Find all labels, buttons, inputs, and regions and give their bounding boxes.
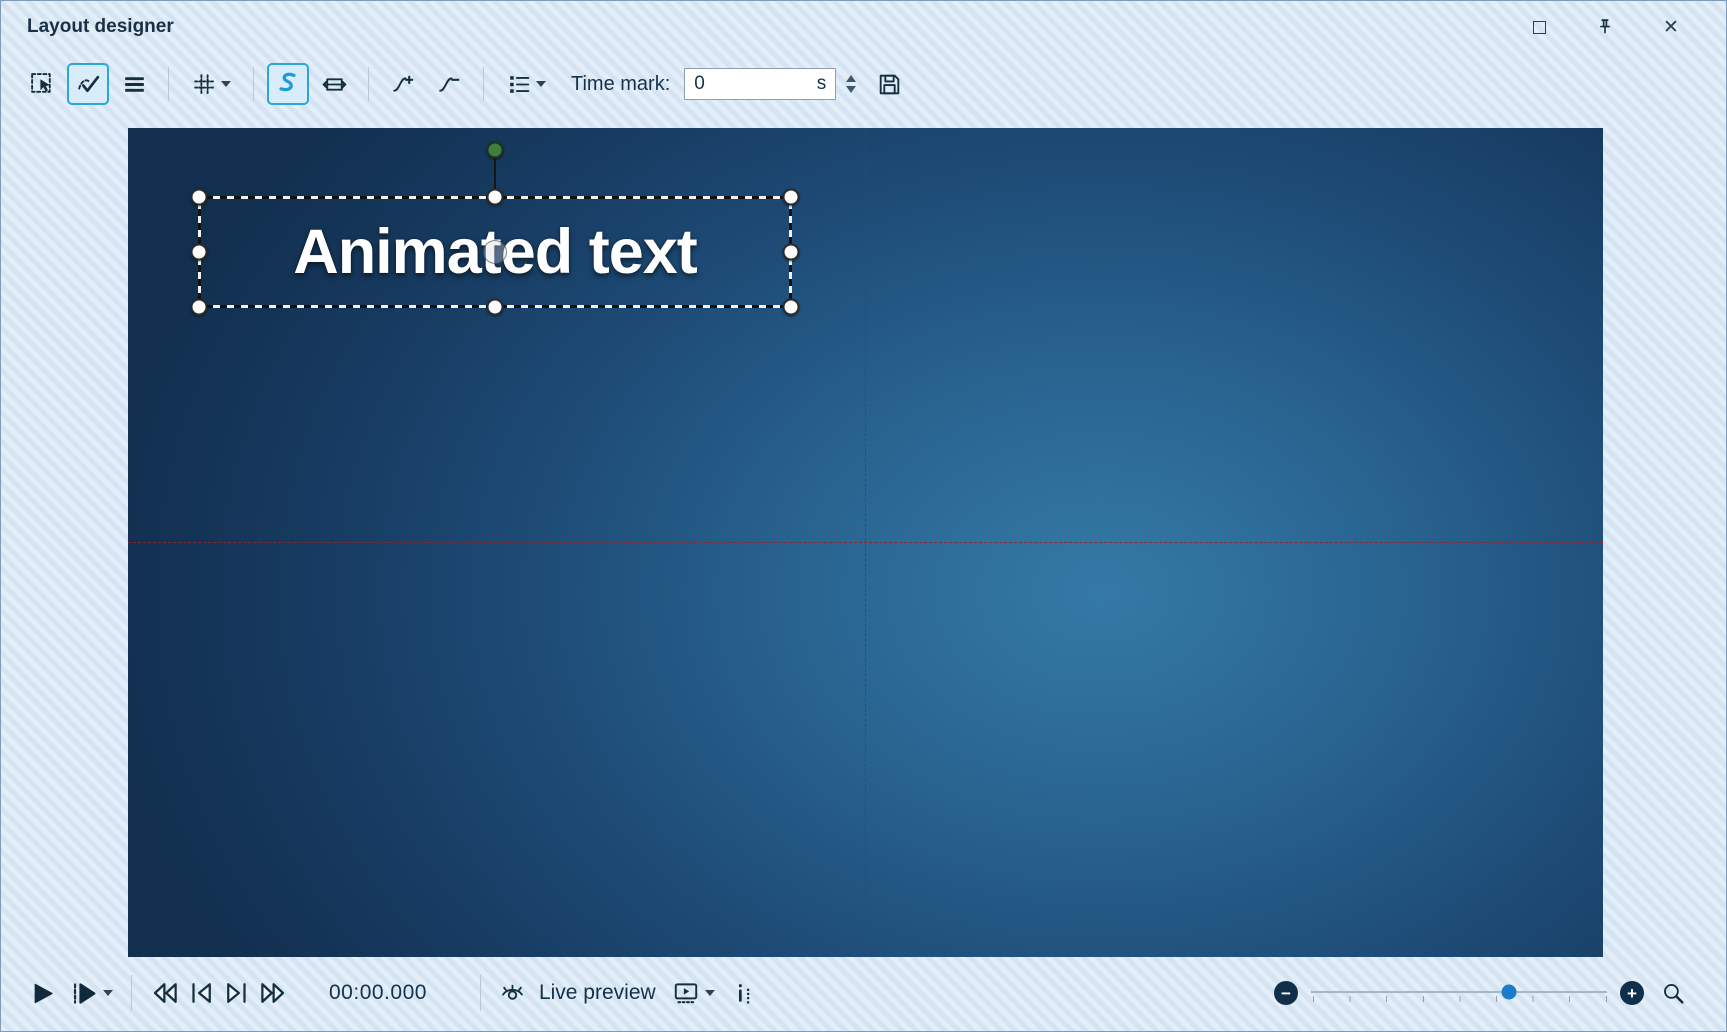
maximize-icon <box>1533 21 1546 34</box>
handle-middle-right[interactable] <box>783 244 800 261</box>
panel-toggle-icon <box>731 980 758 1007</box>
save-icon <box>876 71 903 98</box>
time-mark-spinner <box>846 75 856 93</box>
time-mark-unit: s <box>817 73 827 95</box>
layers-button[interactable] <box>113 63 155 105</box>
play-from-mark-button[interactable] <box>66 976 116 1011</box>
select-tool-icon <box>29 71 56 98</box>
zoom-slider-thumb[interactable] <box>1502 985 1517 1000</box>
curve-icon <box>274 70 302 98</box>
live-preview-label: Live preview <box>539 981 656 1005</box>
handle-top-right[interactable] <box>783 189 800 206</box>
preview-window-icon <box>672 979 700 1007</box>
selection-box: Animated text <box>199 197 791 307</box>
toolbar: Time mark: s <box>1 53 1726 115</box>
add-keyframe-button[interactable] <box>382 63 424 105</box>
animation-path-icon <box>75 71 102 98</box>
maximize-button[interactable] <box>1526 14 1552 40</box>
zoom-in-button[interactable]: + <box>1620 981 1644 1005</box>
transport-bar: 00:00.000 Live preview <box>1 955 1726 1031</box>
center-anchor-handle[interactable] <box>483 240 507 264</box>
zoom-controls: − + <box>1274 977 1690 1010</box>
handle-top-middle[interactable] <box>487 189 504 206</box>
rewind-button[interactable] <box>147 975 183 1011</box>
step-back-icon <box>186 978 216 1008</box>
select-tool-button[interactable] <box>21 63 63 105</box>
time-display: 00:00.000 <box>329 981 427 1005</box>
window-controls: ✕ <box>1526 14 1726 40</box>
time-mark-field: s <box>684 68 836 100</box>
transform-frame-icon <box>321 71 348 98</box>
toolbar-separator <box>253 67 254 101</box>
pin-button[interactable] <box>1592 14 1618 40</box>
close-button[interactable]: ✕ <box>1658 14 1684 40</box>
rotation-handle[interactable] <box>487 142 504 159</box>
live-preview-toggle[interactable]: Live preview <box>496 977 669 1010</box>
close-icon: ✕ <box>1663 18 1679 37</box>
play-icon <box>28 979 57 1008</box>
handle-middle-left[interactable] <box>191 244 208 261</box>
save-layout-button[interactable] <box>868 63 910 105</box>
layers-icon <box>121 71 148 98</box>
eye-icon <box>499 980 526 1007</box>
design-canvas[interactable]: Animated text <box>128 128 1603 957</box>
chevron-down-icon <box>536 81 546 87</box>
play-button[interactable] <box>25 976 60 1011</box>
transport-separator <box>480 975 481 1011</box>
handle-bottom-middle[interactable] <box>487 299 504 316</box>
layout-designer-window: Layout designer ✕ <box>0 0 1727 1032</box>
transport-separator <box>131 975 132 1011</box>
center-guide-horizontal <box>128 542 1603 543</box>
step-back-button[interactable] <box>183 975 219 1011</box>
toolbar-separator <box>483 67 484 101</box>
chevron-down-icon <box>705 990 715 996</box>
spinner-down-icon[interactable] <box>846 86 856 93</box>
step-forward-button[interactable] <box>219 975 255 1011</box>
chevron-down-icon <box>221 81 231 87</box>
toolbar-separator <box>168 67 169 101</box>
handle-bottom-left[interactable] <box>191 299 208 316</box>
panel-toggle-button[interactable] <box>728 977 761 1010</box>
zoom-out-icon: − <box>1281 985 1291 1002</box>
remove-keyframe-icon <box>436 71 463 98</box>
bullet-list-icon <box>506 71 533 98</box>
time-mark-input[interactable] <box>694 73 817 95</box>
center-guide-vertical <box>865 128 866 957</box>
fast-forward-button[interactable] <box>255 975 291 1011</box>
zoom-fit-button[interactable] <box>1657 977 1690 1010</box>
curve-mode-toggle[interactable] <box>267 63 309 105</box>
spinner-up-icon[interactable] <box>846 75 856 82</box>
remove-keyframe-button[interactable] <box>428 63 470 105</box>
time-mark-label: Time mark: <box>571 73 670 96</box>
zoom-in-icon: + <box>1627 985 1637 1002</box>
magnifier-icon <box>1660 980 1687 1007</box>
handle-top-left[interactable] <box>191 189 208 206</box>
grid-options-button[interactable] <box>182 63 240 105</box>
zoom-slider-track[interactable] <box>1311 991 1607 993</box>
fast-forward-icon <box>258 978 288 1008</box>
zoom-slider[interactable] <box>1311 980 1607 1006</box>
list-options-button[interactable] <box>497 63 555 105</box>
pin-icon <box>1594 16 1616 38</box>
animation-path-toggle[interactable] <box>67 63 109 105</box>
zoom-slider-ticks <box>1313 996 1607 1002</box>
rewind-icon <box>150 978 180 1008</box>
add-keyframe-icon <box>390 71 417 98</box>
chevron-down-icon <box>103 990 113 996</box>
grid-icon <box>191 71 218 98</box>
zoom-out-button[interactable]: − <box>1274 981 1298 1005</box>
titlebar[interactable]: Layout designer ✕ <box>1 1 1726 53</box>
toolbar-separator <box>368 67 369 101</box>
play-from-mark-icon <box>69 979 98 1008</box>
preview-window-button[interactable] <box>669 976 718 1010</box>
transform-frame-button[interactable] <box>313 63 355 105</box>
window-title: Layout designer <box>27 16 174 38</box>
step-forward-icon <box>222 978 252 1008</box>
handle-bottom-right[interactable] <box>783 299 800 316</box>
